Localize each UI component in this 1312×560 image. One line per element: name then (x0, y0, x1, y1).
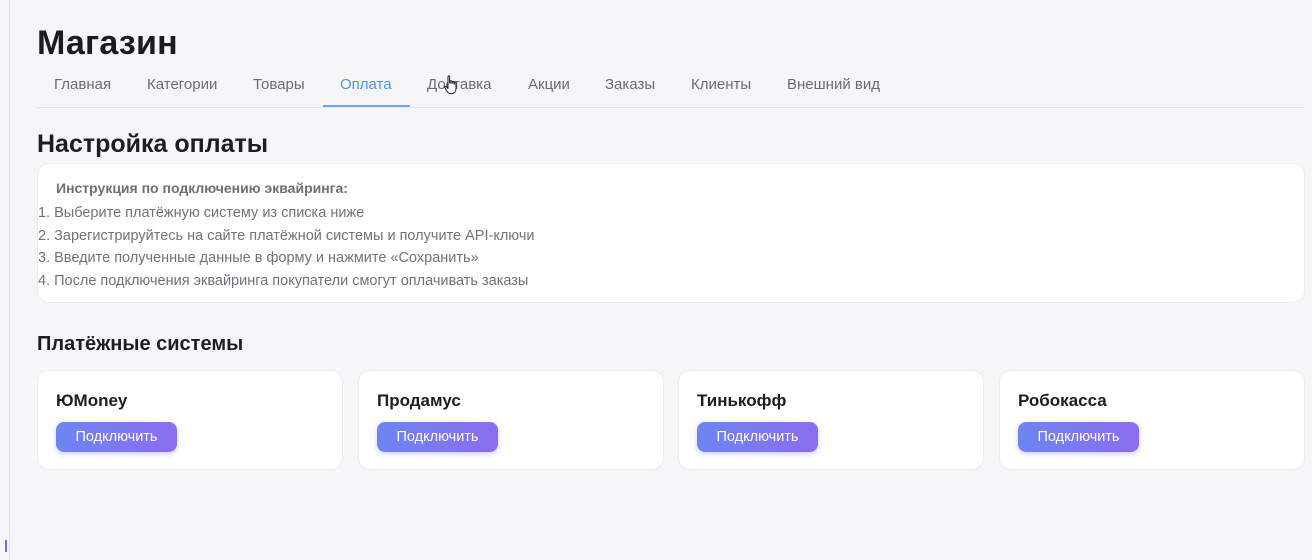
payment-systems-list: ЮMoney Подключить Продамус Подключить Ти… (37, 370, 1305, 470)
instructions-heading: Инструкция по подключению эквайринга: (56, 180, 348, 196)
connect-yumoney-button[interactable]: Подключить (56, 422, 177, 452)
tab-clients[interactable]: Клиенты (674, 66, 768, 105)
payment-card-name: ЮMoney (56, 391, 128, 410)
instruction-step: 4. После подключения эквайринга покупате… (38, 272, 529, 289)
payment-card-robokassa: Робокасса Подключить (999, 370, 1305, 470)
tab-payment[interactable]: Оплата (323, 66, 410, 107)
instruction-step: 2. Зарегистрируйтесь на сайте платёжной … (38, 227, 535, 244)
page: Магазин Главная Категории Товары Оплата … (0, 0, 1312, 560)
connect-robokassa-button[interactable]: Подключить (1018, 422, 1139, 452)
tab-products[interactable]: Товары (236, 66, 322, 105)
tab-orders[interactable]: Заказы (588, 66, 672, 105)
page-title: Магазин (37, 24, 178, 62)
tab-bar: Главная Категории Товары Оплата Доставка… (37, 66, 1305, 108)
instructions-panel: Инструкция по подключению эквайринга: 1.… (37, 163, 1305, 303)
payment-card-name: Тинькофф (697, 391, 787, 410)
tab-categories[interactable]: Категории (130, 66, 234, 105)
payment-settings-title: Настройка оплаты (37, 130, 269, 158)
payment-card-yumoney: ЮMoney Подключить (37, 370, 343, 470)
connect-tinkoff-button[interactable]: Подключить (697, 422, 818, 452)
payment-systems-title: Платёжные системы (37, 333, 244, 355)
instructions-steps: 1. Выберите платёжную систему из списка … (38, 202, 535, 292)
tab-delivery[interactable]: Доставка (410, 66, 508, 105)
instruction-step: 1. Выберите платёжную систему из списка … (38, 205, 365, 221)
hand-pointer-cursor-icon (444, 75, 457, 94)
payment-card-name: Продамус (377, 391, 461, 410)
tab-appearance[interactable]: Внешний вид (770, 66, 897, 105)
payment-card-prodamus: Продамус Подключить (358, 370, 664, 470)
left-edge-marker (5, 540, 7, 552)
connect-prodamus-button[interactable]: Подключить (377, 422, 498, 452)
payment-card-name: Робокасса (1018, 391, 1107, 410)
tab-home[interactable]: Главная (37, 66, 128, 105)
left-border (9, 0, 10, 560)
tab-promotions[interactable]: Акции (511, 66, 587, 105)
instruction-step: 3. Введите полученные данные в форму и н… (38, 250, 479, 266)
payment-card-tinkoff: Тинькофф Подключить (678, 370, 984, 470)
